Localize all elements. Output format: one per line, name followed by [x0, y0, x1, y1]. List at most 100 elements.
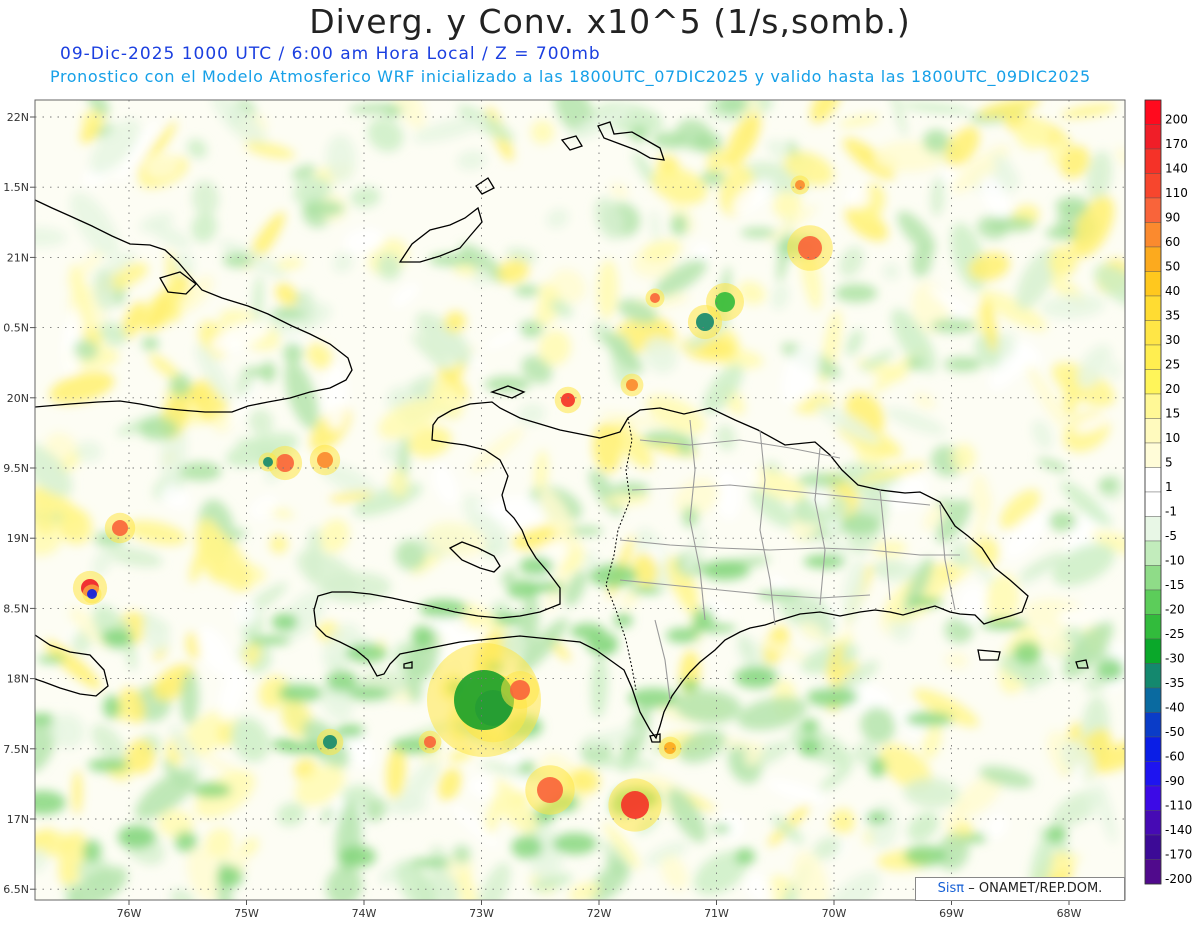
cell-core	[112, 520, 128, 536]
colorbar-swatch	[1144, 834, 1162, 860]
cell-core	[798, 236, 822, 260]
cell-core	[626, 379, 638, 391]
cell-core	[263, 457, 273, 467]
colorbar-swatch	[1144, 761, 1162, 787]
cell-core	[715, 292, 735, 312]
longitude-label: 68W	[1057, 907, 1082, 920]
colorbar-label: -40	[1165, 701, 1185, 715]
colorbar-swatch	[1144, 491, 1162, 517]
colorbar-swatch	[1144, 246, 1162, 272]
colorbar-swatch	[1144, 271, 1162, 297]
colorbar-label: -50	[1165, 725, 1185, 739]
colorbar-label: -110	[1165, 799, 1192, 813]
longitude-label: 71W	[704, 907, 729, 920]
longitude-label: 75W	[234, 907, 259, 920]
colorbar-swatch	[1144, 99, 1162, 125]
longitude-label: 72W	[587, 907, 612, 920]
colorbar-swatch	[1144, 418, 1162, 444]
colorbar-swatch	[1144, 124, 1162, 150]
colorbar-swatch	[1144, 810, 1162, 836]
colorbar-swatch	[1144, 736, 1162, 762]
longitude-label: 70W	[822, 907, 847, 920]
colorbar-label: 30	[1165, 333, 1180, 347]
colorbar-swatch	[1144, 344, 1162, 370]
colorbar-swatch	[1144, 467, 1162, 493]
colorbar-label: 170	[1165, 137, 1188, 151]
colorbar-swatch	[1144, 663, 1162, 689]
latitude-labels: 22N 1.5N 21N 0.5N 20N 9.5N 19N 8.5N 18N 7.5N 17N 6.…	[3, 111, 35, 896]
cell-core	[696, 313, 714, 331]
colorbar-label: -20	[1165, 603, 1185, 617]
latitude-label: 18N	[7, 673, 29, 686]
colorbar-swatch	[1144, 589, 1162, 615]
longitude-label: 74W	[352, 907, 377, 920]
cell-core	[87, 589, 97, 599]
colorbar-label: -200	[1165, 872, 1192, 886]
cell-core	[561, 393, 575, 407]
colorbar-label: -60	[1165, 750, 1185, 764]
longitude-label: 73W	[469, 907, 494, 920]
cell-core	[664, 742, 676, 754]
latitude-label: 21N	[7, 251, 29, 264]
credit-box: Sisπ – ONAMET/REP.DOM.	[915, 877, 1125, 901]
colorbar-label: 140	[1165, 162, 1188, 176]
latitude-label: 6.5N	[3, 883, 29, 896]
cell-core	[510, 680, 530, 700]
colorbar: 200 170 140 110 90 60 50 40 35 30 25 20 15 10 5 1 -1 -5 -1…	[1144, 99, 1192, 886]
latitude-label: 17N	[7, 813, 29, 826]
colorbar-label: 110	[1165, 186, 1188, 200]
cell-core	[317, 452, 333, 468]
cell-core	[424, 736, 436, 748]
colorbar-swatch	[1144, 369, 1162, 395]
divergence-map: 22N 1.5N 21N 0.5N 20N 9.5N 19N 8.5N 18N 7.5N 17N 6.…	[3, 99, 1192, 920]
latitude-label: 8.5N	[3, 602, 29, 615]
colorbar-label: 40	[1165, 284, 1180, 298]
colorbar-label: 5	[1165, 456, 1173, 470]
plot-area	[35, 100, 1125, 900]
colorbar-swatch	[1144, 222, 1162, 248]
colorbar-swatch	[1144, 442, 1162, 468]
credit-text: – ONAMET/REP.DOM.	[968, 881, 1103, 896]
colorbar-label: -170	[1165, 848, 1192, 862]
colorbar-swatch	[1144, 516, 1162, 542]
cell-core	[795, 180, 805, 190]
latitude-label: 19N	[7, 532, 29, 545]
colorbar-swatch	[1144, 687, 1162, 713]
cell-core	[621, 791, 649, 819]
cell-core	[323, 735, 337, 749]
colorbar-label: -35	[1165, 676, 1185, 690]
latitude-label: 1.5N	[3, 181, 29, 194]
latitude-label: 9.5N	[3, 462, 29, 475]
colorbar-label: -90	[1165, 774, 1185, 788]
colorbar-swatch	[1144, 712, 1162, 738]
colorbar-label: 60	[1165, 235, 1180, 249]
latitude-label: 22N	[7, 111, 29, 124]
colorbar-label: -5	[1165, 529, 1177, 543]
colorbar-label: 1	[1165, 480, 1173, 494]
colorbar-label: 15	[1165, 407, 1180, 421]
colorbar-swatch	[1144, 859, 1162, 885]
colorbar-label: -30	[1165, 652, 1185, 666]
colorbar-label: 50	[1165, 260, 1180, 274]
colorbar-swatch	[1144, 614, 1162, 640]
longitude-labels: 76W 75W 74W 73W 72W 71W 70W 69W 68W	[117, 900, 1082, 920]
colorbar-swatch	[1144, 320, 1162, 346]
colorbar-label: 20	[1165, 382, 1180, 396]
cell-core	[537, 777, 563, 803]
colorbar-label: 90	[1165, 211, 1180, 225]
colorbar-swatch	[1144, 173, 1162, 199]
colorbar-swatch	[1144, 295, 1162, 321]
colorbar-label: 35	[1165, 309, 1180, 323]
colorbar-label: 10	[1165, 431, 1180, 445]
cell-core	[650, 293, 660, 303]
colorbar-swatch	[1144, 393, 1162, 419]
colorbar-label: -25	[1165, 627, 1185, 641]
longitude-label: 76W	[117, 907, 142, 920]
weather-map-page: Diverg. y Conv. x10^5 (1/s,somb.) 09-Dic…	[0, 0, 1200, 927]
colorbar-label: -10	[1165, 554, 1185, 568]
colorbar-swatch	[1144, 565, 1162, 591]
colorbar-swatch	[1144, 785, 1162, 811]
colorbar-label: -1	[1165, 505, 1177, 519]
latitude-label: 0.5N	[3, 322, 29, 335]
colorbar-label: -140	[1165, 823, 1192, 837]
